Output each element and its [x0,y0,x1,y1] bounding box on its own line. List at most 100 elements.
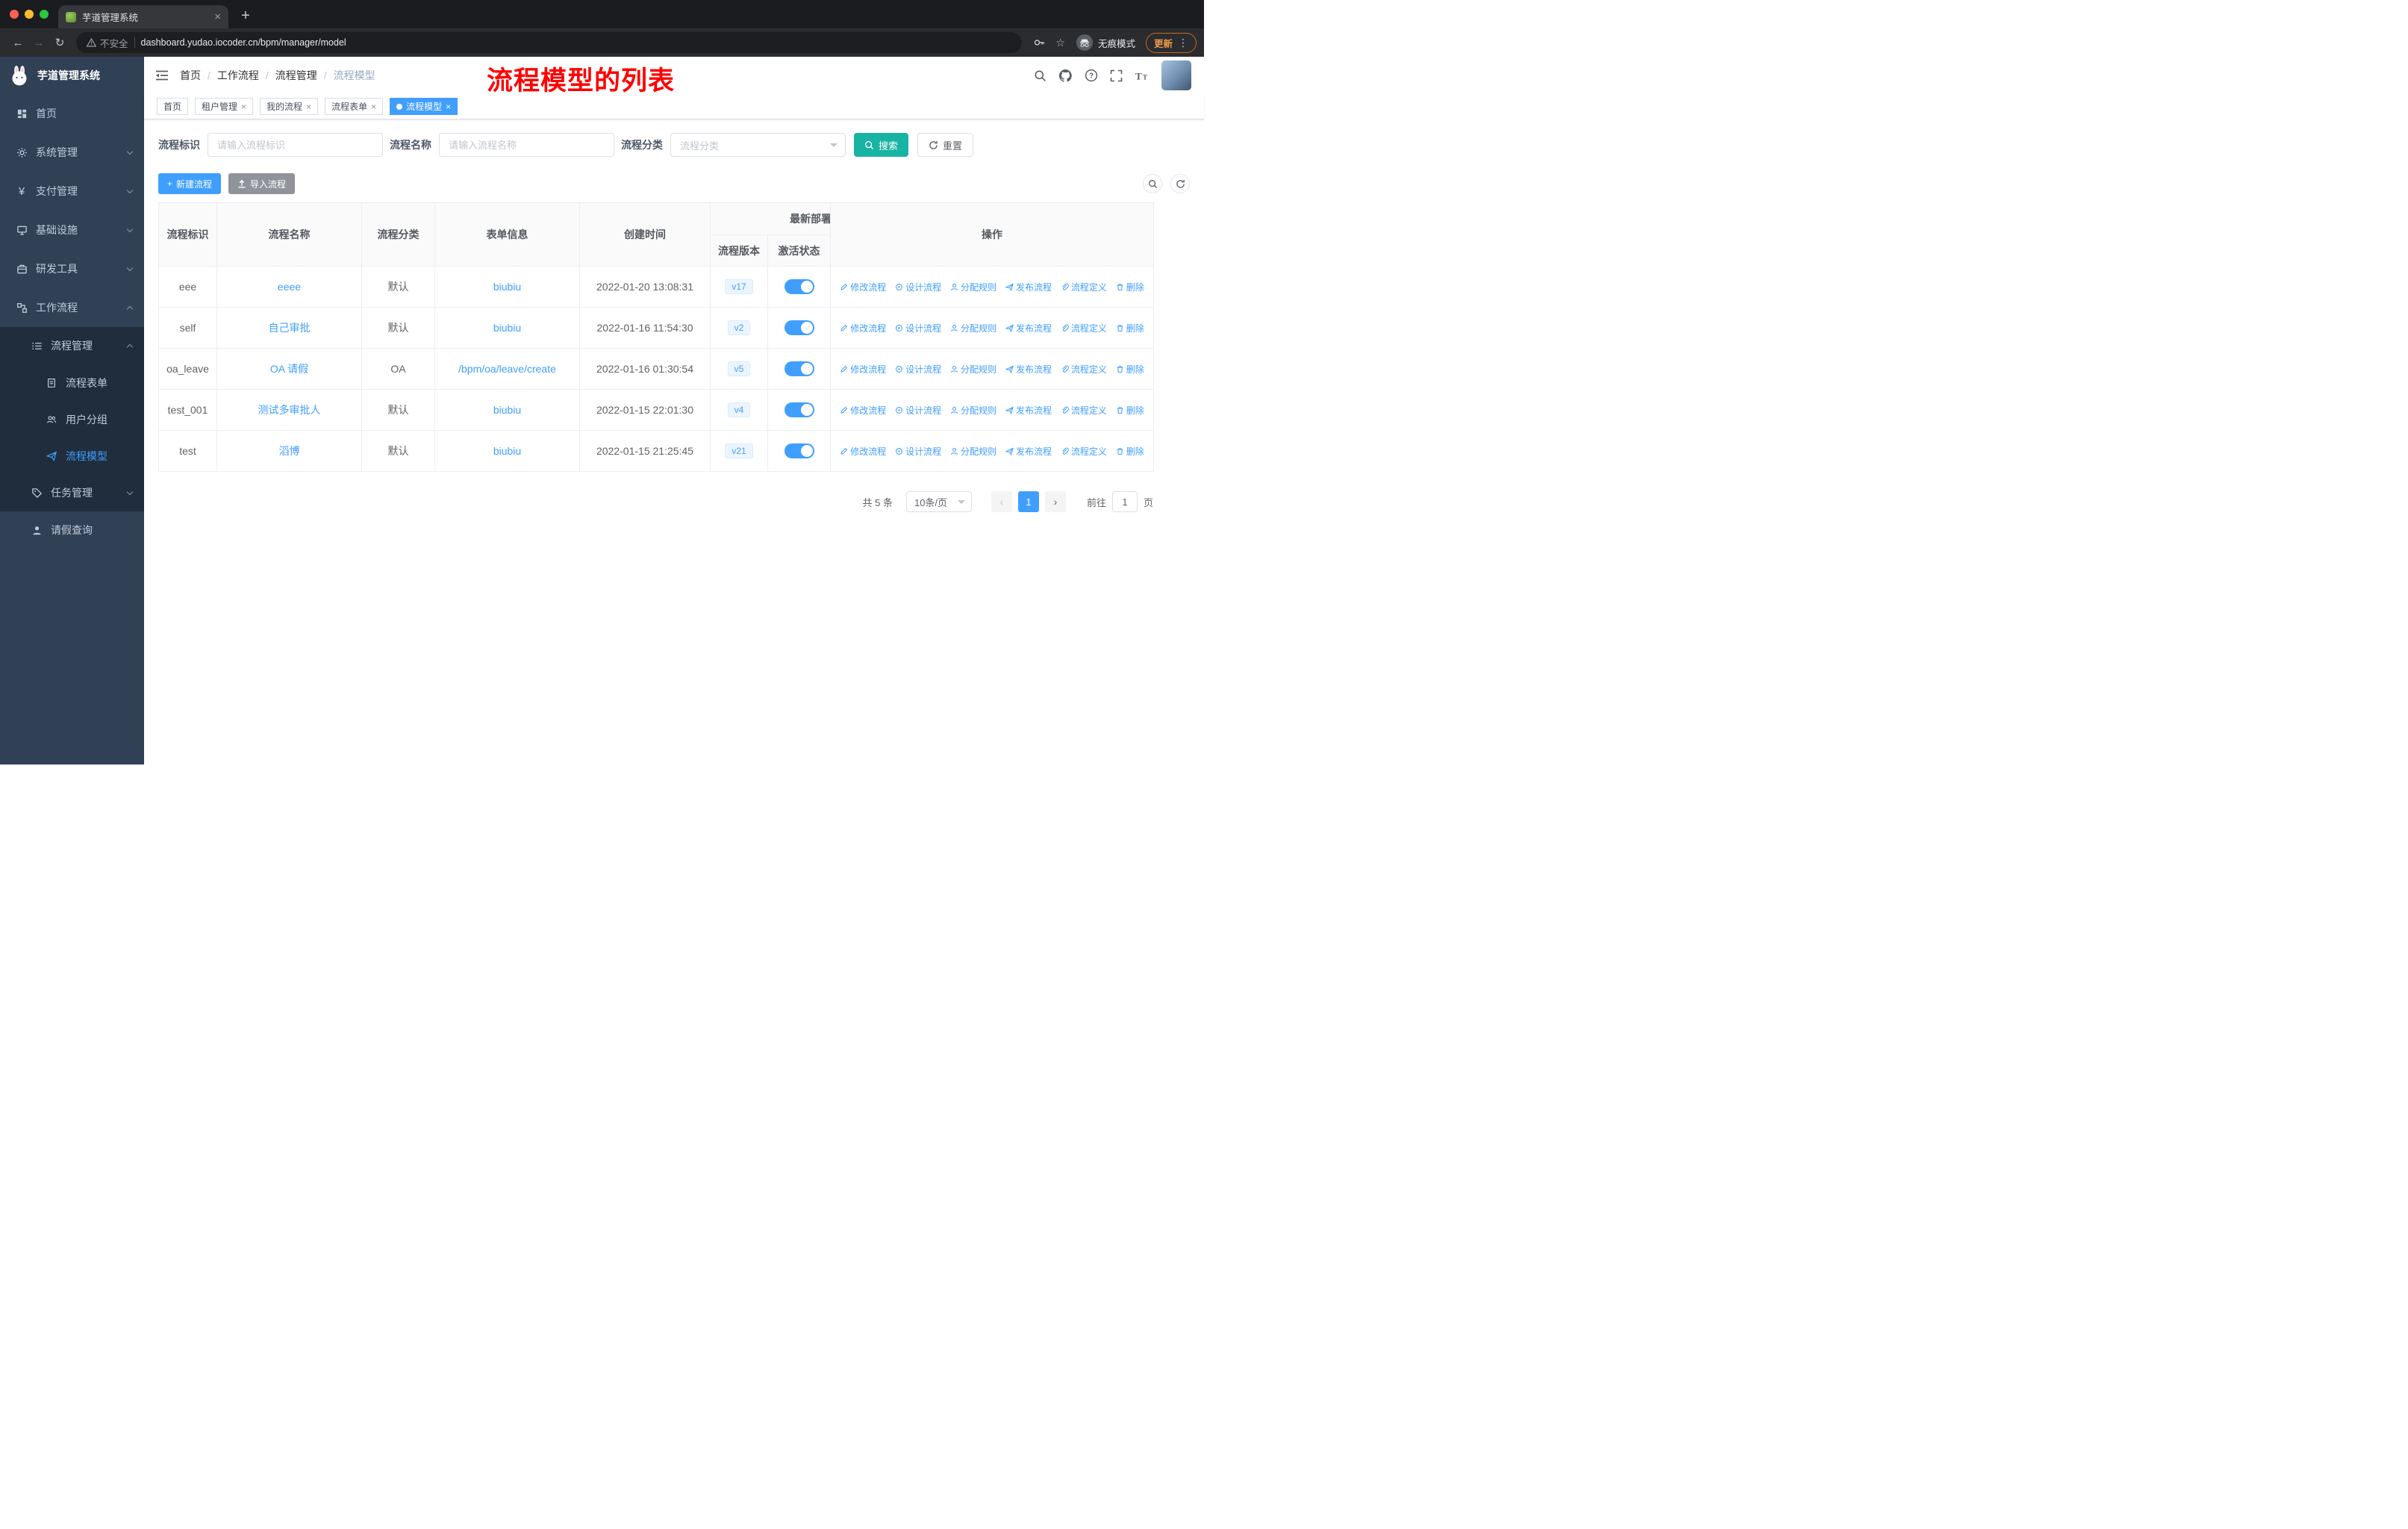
sidebar-item-payment[interactable]: ¥ 支付管理 [0,172,144,211]
assign-rule-link[interactable]: 分配规则 [950,445,996,458]
tab-close-icon[interactable]: × [214,11,221,22]
sidebar-item-devtools[interactable]: 研发工具 [0,249,144,288]
publish-process-link[interactable]: 发布流程 [1005,322,1052,334]
tag-close-icon[interactable]: × [446,102,451,111]
active-toggle[interactable] [784,361,814,376]
publish-process-link[interactable]: 发布流程 [1005,281,1052,293]
design-process-link[interactable]: 设计流程 [895,363,941,376]
app-logo[interactable]: 芋道管理系统 [0,57,144,94]
publish-process-link[interactable]: 发布流程 [1005,363,1052,376]
process-name-link[interactable]: 测试多审批人 [258,404,321,416]
assign-rule-link[interactable]: 分配规则 [950,404,996,417]
design-process-link[interactable]: 设计流程 [895,322,941,334]
delete-process-link[interactable]: 删除 [1116,281,1144,293]
tag-close-icon[interactable]: × [306,102,311,111]
sidebar-item-task-mgmt[interactable]: 任务管理 [0,474,144,511]
tag-close-icon[interactable]: × [371,102,376,111]
process-definition-link[interactable]: 流程定义 [1061,363,1107,376]
modify-process-link[interactable]: 修改流程 [840,322,886,334]
next-page-button[interactable]: › [1044,491,1066,512]
search-icon[interactable] [1034,69,1047,82]
refresh-table-button[interactable] [1170,174,1190,193]
minimize-window-button[interactable] [25,10,34,19]
assign-rule-link[interactable]: 分配规则 [950,322,996,334]
browser-update-button[interactable]: 更新 ⋮ [1145,32,1197,53]
font-size-icon[interactable]: TT [1135,69,1150,82]
sidebar-item-system[interactable]: 系统管理 [0,133,144,172]
user-avatar[interactable] [1161,60,1191,90]
form-info-link[interactable]: biubiu [493,404,521,416]
new-tab-button[interactable]: + [234,4,257,27]
tag-process-model[interactable]: 流程模型 × [390,98,458,115]
assign-rule-link[interactable]: 分配规则 [950,281,996,293]
reset-button[interactable]: 重置 [917,133,974,157]
sidebar-item-process-form[interactable]: 流程表单 [0,364,144,401]
tag-home[interactable]: 首页 [157,98,189,115]
sidebar-collapse-icon[interactable] [155,69,169,81]
publish-process-link[interactable]: 发布流程 [1005,404,1052,417]
process-category-select[interactable]: 流程分类 [670,133,846,157]
active-toggle[interactable] [784,279,814,294]
delete-process-link[interactable]: 删除 [1116,322,1144,334]
assign-rule-link[interactable]: 分配规则 [950,363,996,376]
browser-menu-icon[interactable]: ⋮ [1178,37,1188,49]
tag-close-icon[interactable]: × [241,102,246,111]
breadcrumb-item-home[interactable]: 首页 [180,68,201,83]
delete-process-link[interactable]: 删除 [1116,363,1144,376]
form-info-link[interactable]: /bpm/oa/leave/create [458,363,556,375]
address-bar[interactable]: 不安全 dashboard.yudao.iocoder.cn/bpm/manag… [76,32,1023,53]
process-definition-link[interactable]: 流程定义 [1061,404,1107,417]
back-icon[interactable]: ← [7,32,28,53]
goto-page-input[interactable] [1111,491,1138,512]
sidebar-item-process-mgmt[interactable]: 流程管理 [0,327,144,364]
github-icon[interactable] [1058,69,1073,83]
delete-process-link[interactable]: 删除 [1116,404,1144,417]
sidebar-item-process-model[interactable]: 流程模型 [0,437,144,474]
tag-my-process[interactable]: 我的流程 × [260,98,319,115]
sidebar-item-user-group[interactable]: 用户分组 [0,401,144,437]
fullscreen-icon[interactable] [1110,69,1123,82]
modify-process-link[interactable]: 修改流程 [840,445,886,458]
forward-icon[interactable]: → [28,32,49,53]
sidebar-item-infra[interactable]: 基础设施 [0,211,144,249]
sidebar-item-leave-query[interactable]: 请假查询 [0,511,144,549]
publish-process-link[interactable]: 发布流程 [1005,445,1052,458]
modify-process-link[interactable]: 修改流程 [840,281,886,293]
tag-process-form[interactable]: 流程表单 × [325,98,384,115]
reload-icon[interactable]: ↻ [49,32,70,53]
key-icon[interactable] [1033,37,1045,49]
process-definition-link[interactable]: 流程定义 [1061,445,1107,458]
prev-page-button[interactable]: ‹ [991,491,1012,512]
design-process-link[interactable]: 设计流程 [895,281,941,293]
form-info-link[interactable]: biubiu [493,445,521,457]
active-toggle[interactable] [784,320,814,335]
toggle-search-button[interactable] [1143,174,1162,193]
help-icon[interactable]: ? [1085,69,1098,82]
process-name-link[interactable]: OA 请假 [270,363,308,375]
design-process-link[interactable]: 设计流程 [895,445,941,458]
maximize-window-button[interactable] [40,10,49,19]
form-info-link[interactable]: biubiu [493,322,521,334]
search-button[interactable]: 搜索 [854,133,909,157]
process-definition-link[interactable]: 流程定义 [1061,322,1107,334]
delete-process-link[interactable]: 删除 [1116,445,1144,458]
process-name-input[interactable] [439,133,614,157]
process-name-link[interactable]: 滔博 [279,445,300,457]
design-process-link[interactable]: 设计流程 [895,404,941,417]
modify-process-link[interactable]: 修改流程 [840,363,886,376]
active-toggle[interactable] [784,402,814,417]
tag-tenant-mgmt[interactable]: 租户管理 × [195,98,254,115]
create-process-button[interactable]: + 新建流程 [158,173,222,194]
import-process-button[interactable]: 导入流程 [228,173,296,194]
browser-tab[interactable]: 芋道管理系统 × [58,5,228,28]
bookmark-star-icon[interactable]: ☆ [1055,37,1065,49]
process-name-link[interactable]: eeee [278,281,301,293]
close-window-button[interactable] [10,10,19,19]
process-name-link[interactable]: 自己审批 [269,322,311,334]
sidebar-item-home[interactable]: 首页 [0,94,144,133]
breadcrumb-item-process-mgmt[interactable]: 流程管理 [275,68,317,83]
process-definition-link[interactable]: 流程定义 [1061,281,1107,293]
process-key-input[interactable] [208,133,383,157]
breadcrumb-item-workflow[interactable]: 工作流程 [217,68,259,83]
active-toggle[interactable] [784,443,814,458]
